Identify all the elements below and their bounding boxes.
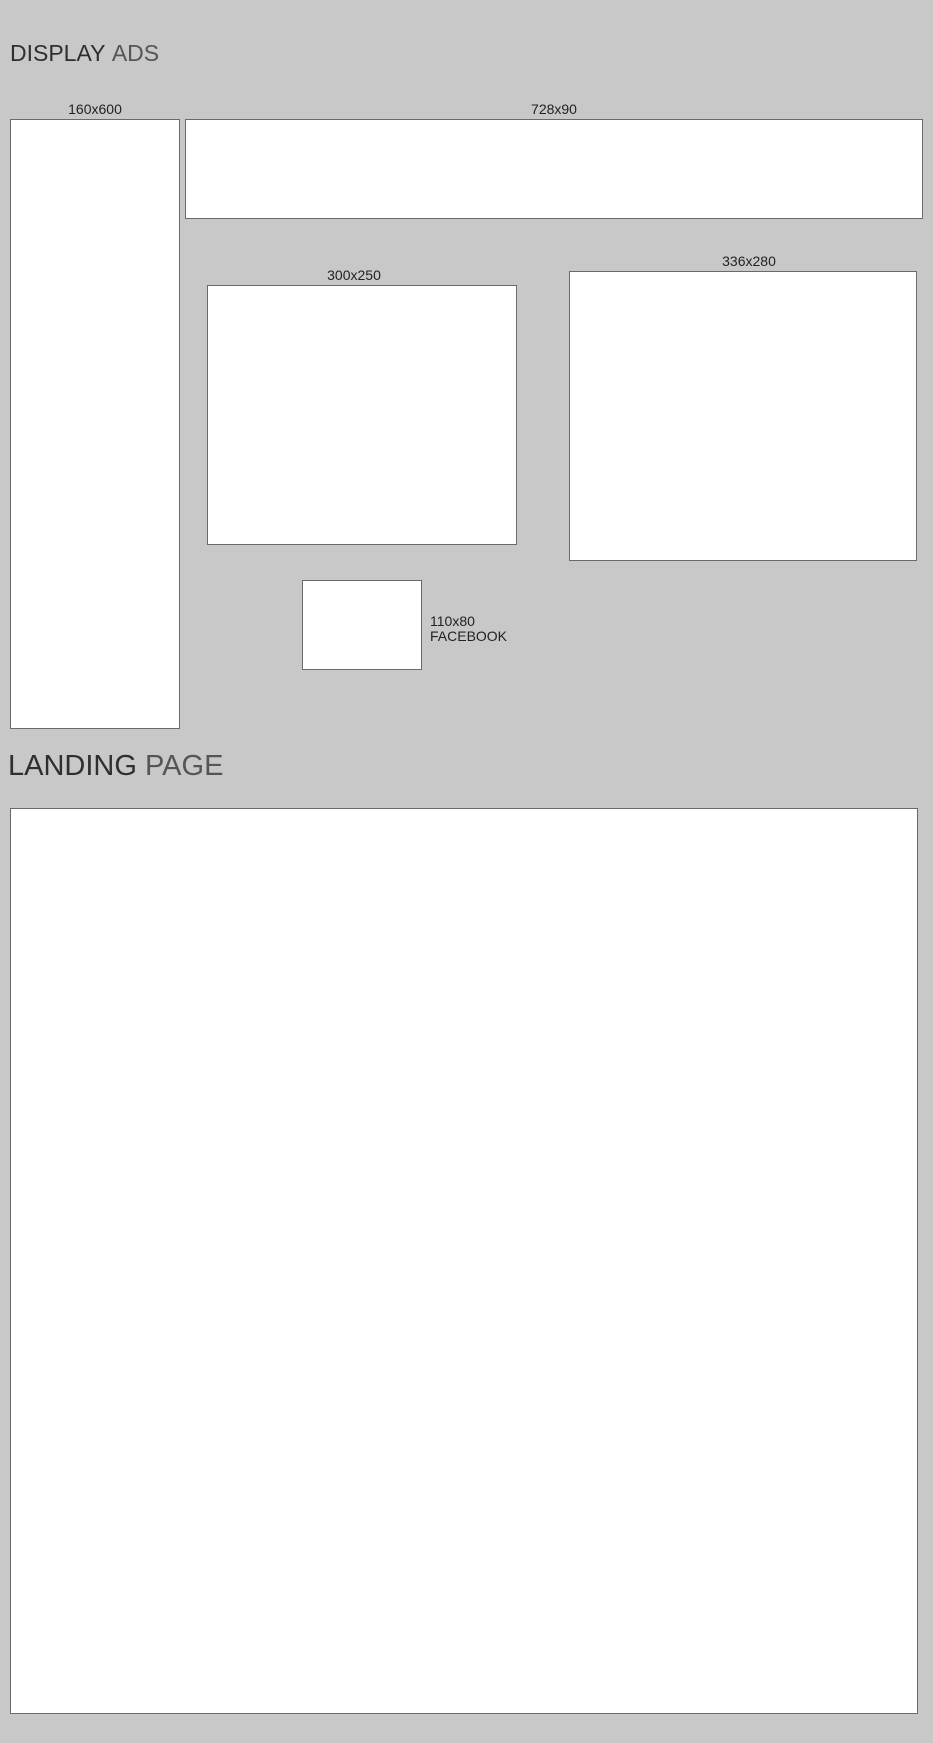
display-ads-heading-strong: DISPLAY — [10, 40, 106, 66]
leaderboard-ad-label: 728x90 — [531, 101, 577, 117]
landing-page-heading: LANDING PAGE — [8, 752, 223, 781]
display-ads-heading: DISPLAY ADS — [10, 42, 159, 65]
display-ads-heading-light: ADS — [111, 40, 160, 66]
facebook-ad-size: 110x80 — [430, 613, 475, 629]
medium-rectangle-ad-label: 300x250 — [327, 267, 381, 283]
landing-page-placeholder[interactable] — [10, 808, 918, 1714]
large-rectangle-ad-placeholder[interactable] — [569, 271, 917, 561]
skyscraper-ad-placeholder[interactable] — [10, 119, 180, 729]
medium-rectangle-ad-placeholder[interactable] — [207, 285, 517, 545]
landing-page-heading-strong: LANDING — [8, 750, 137, 782]
large-rectangle-ad-label: 336x280 — [722, 253, 776, 269]
skyscraper-ad-label: 160x600 — [68, 101, 122, 117]
facebook-ad-label: 110x80 FACEBOOK — [430, 614, 507, 644]
facebook-ad-placeholder[interactable] — [302, 580, 422, 670]
landing-page-heading-light: PAGE — [144, 750, 224, 782]
facebook-ad-platform: FACEBOOK — [430, 628, 508, 644]
leaderboard-ad-placeholder[interactable] — [185, 119, 923, 219]
